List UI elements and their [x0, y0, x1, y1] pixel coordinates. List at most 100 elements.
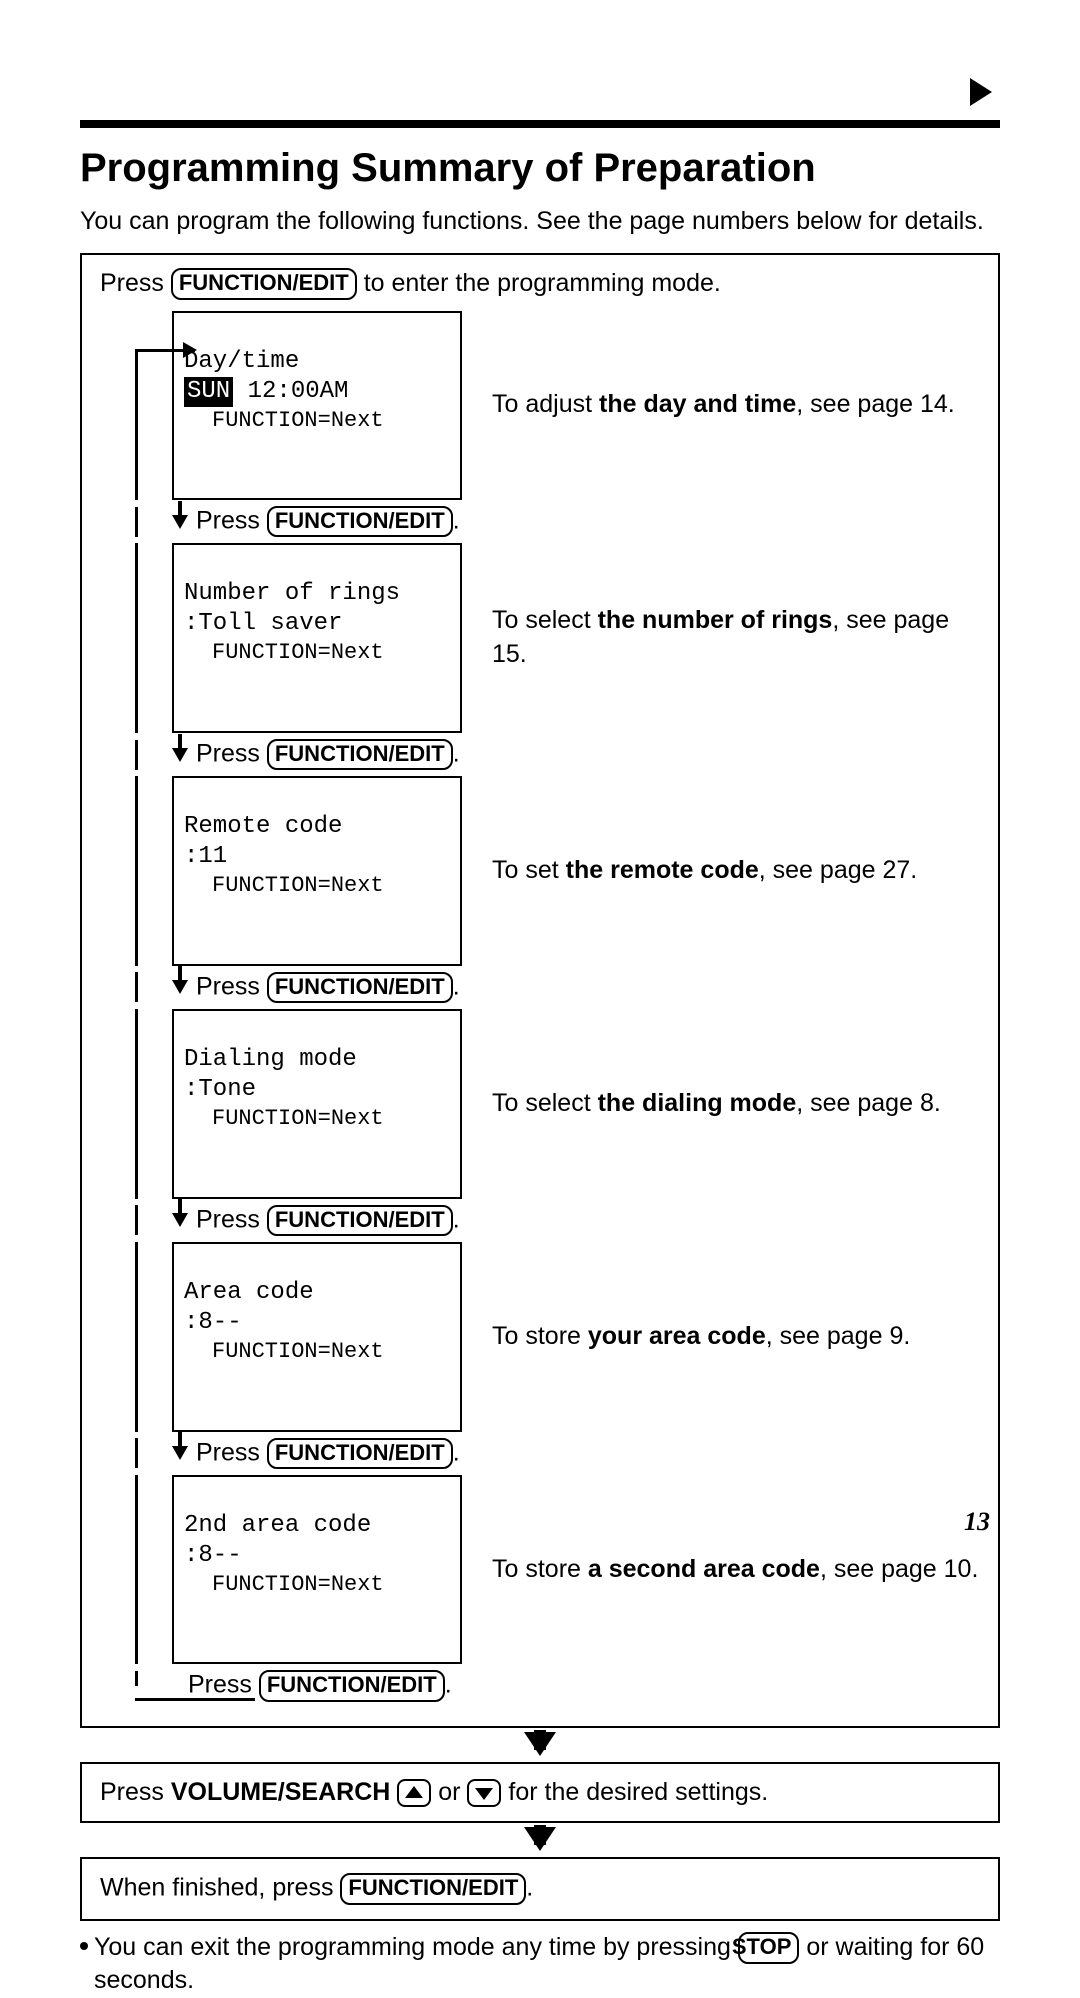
text: To store [492, 1322, 588, 1350]
function-edit-button: FUNCTION/EDIT [267, 1205, 453, 1236]
step-description: To store a second area code, see page 10… [462, 1475, 980, 1665]
stop-button: STOP [738, 1932, 800, 1963]
next-page-icon [970, 78, 992, 106]
step-description: To store your area code, see page 9. [462, 1242, 980, 1432]
down-arrow-icon [172, 1213, 188, 1227]
lcd-line: Remote code [184, 812, 450, 842]
press-label: Press FUNCTION/EDIT. [196, 972, 460, 1003]
text: Press [196, 739, 267, 767]
text-bold: the day and time [599, 390, 796, 418]
flow-step: Dialing mode:ToneFUNCTION=Next To select… [100, 1009, 980, 1199]
lcd-line: SUN 12:00AM [184, 377, 450, 407]
page-title: Programming Summary of Preparation [80, 146, 1000, 191]
text: , see page 9. [766, 1322, 911, 1350]
text: To select [492, 606, 598, 634]
text: Press [188, 1671, 259, 1699]
function-edit-button: FUNCTION/EDIT [340, 1873, 526, 1904]
text: Press [196, 1438, 267, 1466]
down-arrow-icon [172, 748, 188, 762]
lcd-line: 2nd area code [184, 1511, 450, 1541]
press-row: Press FUNCTION/EDIT. [100, 739, 980, 770]
lcd-line: Day/time [184, 347, 450, 377]
flow-rail [100, 311, 172, 501]
down-arrow-icon [172, 515, 188, 529]
function-edit-button: FUNCTION/EDIT [267, 972, 453, 1003]
lcd-line: FUNCTION=Next [184, 639, 450, 667]
text-bold: the remote code [566, 856, 759, 884]
press-row: Press FUNCTION/EDIT. [100, 972, 980, 1003]
volume-up-icon [397, 1779, 431, 1807]
lcd-line: :8-- [184, 1308, 450, 1338]
text-bold: the dialing mode [598, 1089, 797, 1117]
text: When finished, press [100, 1874, 340, 1902]
lcd-line: FUNCTION=Next [184, 872, 450, 900]
text: Press [100, 269, 171, 297]
text: , see page 14. [796, 390, 954, 418]
text-bold: VOLUME/SEARCH [171, 1778, 390, 1806]
press-row: Press FUNCTION/EDIT. [100, 1670, 980, 1701]
text: to enter the programming mode. [357, 269, 721, 297]
text: Press [196, 506, 267, 534]
text: Press [196, 972, 267, 1000]
top-rule [80, 120, 1000, 128]
step-description: To select the number of rings, see page … [462, 543, 980, 733]
text: , see page 10. [820, 1555, 978, 1583]
intro-text: You can program the following functions.… [80, 205, 1000, 239]
function-edit-button: FUNCTION/EDIT [267, 739, 453, 770]
lcd-text: 12:00AM [233, 378, 348, 405]
function-edit-button: FUNCTION/EDIT [259, 1670, 445, 1701]
lcd-line: :11 [184, 842, 450, 872]
text-bold: the number of rings [598, 606, 833, 634]
flow-step: Remote code:11FUNCTION=Next To set the r… [100, 776, 980, 966]
flow-step: 2nd area code:8--FUNCTION=Next To store … [100, 1475, 980, 1665]
text: To adjust [492, 390, 599, 418]
press-label: Press FUNCTION/EDIT. [196, 506, 460, 537]
press-row: Press FUNCTION/EDIT. [100, 1438, 980, 1469]
text: To store [492, 1555, 588, 1583]
lcd-line: :8-- [184, 1541, 450, 1571]
lcd-line: FUNCTION=Next [184, 1338, 450, 1366]
page-number: 13 [964, 1507, 990, 1537]
enter-mode-line: Press FUNCTION/EDIT to enter the program… [100, 267, 980, 301]
flow-step: Day/timeSUN 12:00AMFUNCTION=Next To adju… [100, 311, 980, 501]
text: You can exit the programming mode any ti… [94, 1933, 738, 1961]
function-edit-button: FUNCTION/EDIT [267, 1438, 453, 1469]
down-arrow-icon [524, 1732, 556, 1756]
down-arrow-icon [524, 1827, 556, 1851]
press-label: Press FUNCTION/EDIT. [196, 1438, 460, 1469]
text: To select [492, 1089, 598, 1117]
press-label: Press FUNCTION/EDIT. [188, 1670, 452, 1701]
text-bold: a second area code [588, 1555, 820, 1583]
flow-step: Area code:8--FUNCTION=Next To store your… [100, 1242, 980, 1432]
text: Press [100, 1778, 171, 1806]
down-arrow-icon [172, 980, 188, 994]
flow-frame: Press FUNCTION/EDIT to enter the program… [80, 253, 1000, 1728]
footnote: You can exit the programming mode any ti… [80, 1931, 1000, 1998]
lcd-line: :Toll saver [184, 609, 450, 639]
page: Programming Summary of Preparation You c… [0, 0, 1080, 1573]
text: To set [492, 856, 566, 884]
step-description: To adjust the day and time, see page 14. [462, 311, 980, 501]
lcd-line: Area code [184, 1278, 450, 1308]
text: , see page 8. [796, 1089, 941, 1117]
text-bold: your area code [588, 1322, 766, 1350]
lcd-line: Dialing mode [184, 1045, 450, 1075]
text: Press [196, 1205, 267, 1233]
text: for the desired settings. [508, 1778, 768, 1806]
lcd-inverse: SUN [184, 377, 233, 407]
finish-box: When finished, press FUNCTION/EDIT. [80, 1857, 1000, 1920]
lcd-line: Number of rings [184, 579, 450, 609]
lcd-line: FUNCTION=Next [184, 1571, 450, 1599]
lcd-line: FUNCTION=Next [184, 407, 450, 435]
bullet-icon [80, 1942, 88, 1950]
lcd-display: 2nd area code:8--FUNCTION=Next [172, 1475, 462, 1665]
press-label: Press FUNCTION/EDIT. [196, 1205, 460, 1236]
flow-area: Day/timeSUN 12:00AMFUNCTION=Next To adju… [100, 311, 980, 1702]
lcd-display: Remote code:11FUNCTION=Next [172, 776, 462, 966]
volume-down-icon [467, 1779, 501, 1807]
lcd-display: Dialing mode:ToneFUNCTION=Next [172, 1009, 462, 1199]
text: , see page 27. [759, 856, 917, 884]
text: or [438, 1778, 467, 1806]
step-description: To set the remote code, see page 27. [462, 776, 980, 966]
function-edit-button: FUNCTION/EDIT [171, 268, 357, 299]
